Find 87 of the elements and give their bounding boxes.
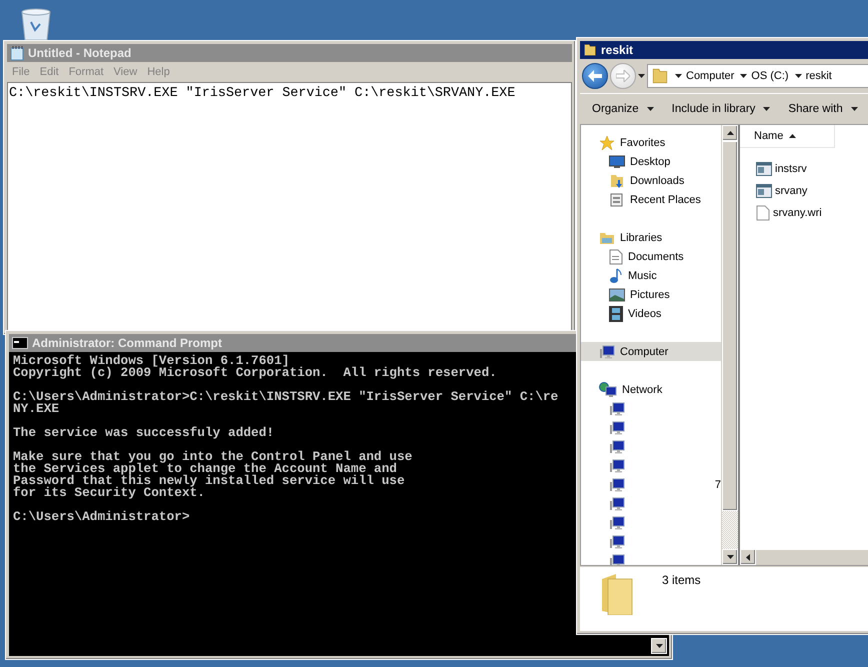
navigation-item[interactable]: Desktop — [581, 152, 721, 171]
folder-arrow-icon — [609, 172, 625, 188]
music-note-icon — [609, 268, 623, 284]
navigation-item[interactable]: Videos — [581, 304, 721, 323]
caret-icon — [646, 106, 654, 112]
toolbar-button[interactable]: Include in library — [672, 103, 770, 115]
blank-document-icon — [756, 205, 770, 221]
computer-icon — [609, 514, 625, 530]
dropdown-caret-icon — [638, 74, 645, 78]
list-entry[interactable]: instsrv — [756, 158, 868, 180]
editor-text: C:\reskit\INSTSRV.EXE "IrisServer Service" C:\reskit\SRVANY.EXE — [9, 86, 516, 101]
down-caret-icon — [726, 554, 734, 560]
navigation-item[interactable]: Recent Places — [581, 190, 721, 209]
left-arrow-icon — [588, 70, 602, 82]
scroll-up-button[interactable] — [722, 125, 738, 141]
film-icon — [609, 306, 623, 322]
breadcrumb[interactable]: OS (C:) — [740, 70, 789, 82]
back-button[interactable] — [582, 63, 608, 89]
console-line: NY.EXE — [13, 403, 60, 415]
folder-icon — [651, 67, 669, 85]
navigation-item[interactable]: Libraries — [581, 228, 721, 247]
navigation-item[interactable]: Favorites — [581, 133, 721, 152]
sort-caret-icon — [789, 134, 796, 138]
large-folder-icon — [600, 573, 634, 615]
picture-icon — [609, 288, 625, 302]
caret-icon — [656, 644, 662, 648]
console-line: Make sure that you go into the Control Panel and use — [13, 451, 412, 463]
notepad-icon — [10, 46, 24, 60]
console-icon — [12, 337, 28, 349]
monitor-icon — [609, 154, 625, 168]
caret-icon — [675, 74, 682, 78]
navigation-item[interactable]: Computer — [581, 342, 721, 361]
navigation-item[interactable]: Music — [581, 266, 721, 285]
list-entry[interactable]: srvany.wri — [756, 202, 868, 224]
navigation-item[interactable]: Pictures — [581, 285, 721, 304]
navigation-item[interactable]: Downloads — [581, 171, 721, 190]
network-icon — [599, 382, 617, 398]
computer-icon — [609, 400, 625, 416]
caret-icon — [794, 74, 802, 78]
scroll-down-button[interactable] — [651, 638, 667, 654]
text-editor-area[interactable]: C:\reskit\INSTSRV.EXE "IrisServer Service" C:\reskit\SRVANY.EXE — [7, 82, 572, 331]
breadcrumb[interactable]: reskit — [794, 70, 832, 82]
recent-places-icon — [609, 192, 625, 208]
item-count: 3 items — [662, 573, 701, 589]
computer-icon — [599, 344, 615, 360]
computer-icon — [609, 534, 625, 550]
list-entry[interactable]: srvany — [756, 180, 868, 202]
navigation-item[interactable]: Network — [581, 380, 721, 399]
breadcrumb[interactable]: Computer — [675, 70, 734, 82]
application-icon — [756, 184, 772, 198]
left-caret-icon — [746, 554, 750, 560]
caret-icon — [850, 106, 858, 112]
console-line: Password that this newly installed service will use — [13, 475, 405, 487]
right-arrow-icon — [616, 70, 630, 82]
navigation-item[interactable]: 7 — [581, 475, 721, 494]
console-line: C:\Users\Administrator> — [13, 511, 190, 523]
recycle-bin-icon[interactable] — [19, 8, 53, 40]
console-line: for its Security Context. — [13, 487, 205, 499]
document-icon — [609, 248, 623, 264]
console-line: C:\Users\Administrator>C:\reskit\INSTSRV.EXE "IrisServer Service" C:\re — [13, 391, 558, 403]
computer-icon — [609, 496, 625, 512]
scrollbar-thumb[interactable] — [722, 141, 738, 511]
computer-icon — [609, 476, 625, 492]
window-title: Administrator: Command Prompt — [32, 336, 222, 350]
address-bar[interactable]: Computer OS (C:) reskit — [647, 64, 868, 88]
scroll-left-button[interactable] — [740, 549, 756, 565]
caret-icon — [763, 106, 770, 112]
navigation-item[interactable]: Documents — [581, 247, 721, 266]
toolbar-button[interactable]: Organize — [592, 103, 654, 115]
computer-icon — [609, 438, 625, 454]
computer-icon — [609, 458, 625, 474]
up-caret-icon — [726, 130, 734, 136]
folder-icon — [583, 43, 597, 57]
console-line: Copyright (c) 2009 Microsoft Corporation. All rights reserved. — [13, 367, 497, 379]
console-line: the Services applet to change the Account Name and — [13, 463, 397, 475]
star-icon — [599, 134, 615, 150]
scroll-down-button[interactable] — [722, 549, 738, 565]
window-title: reskit — [601, 43, 634, 57]
window-title: Untitled - Notepad — [28, 46, 132, 60]
vertical-scrollbar[interactable] — [721, 125, 738, 565]
column-header[interactable]: Name — [740, 125, 835, 148]
caret-icon — [740, 74, 748, 78]
console-line: Microsoft Windows [Version 6.1.7601] — [13, 355, 290, 367]
application-icon — [756, 162, 772, 176]
toolbar-button[interactable]: Share with — [788, 103, 858, 115]
console-line: The service was successfuly added! — [13, 427, 274, 439]
computer-icon — [609, 420, 625, 436]
